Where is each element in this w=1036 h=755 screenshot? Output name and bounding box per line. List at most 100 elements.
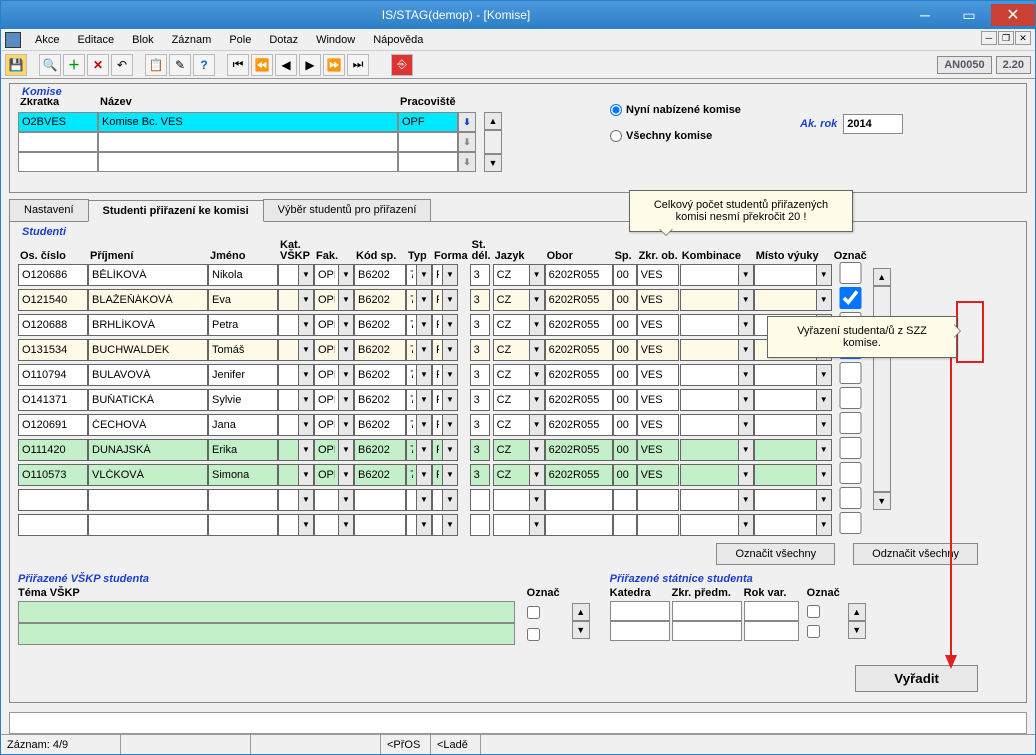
vskp-scroll-down[interactable]: ▼ [572,621,590,639]
table-cell[interactable] [18,489,88,511]
table-cell[interactable] [493,439,529,461]
table-cell[interactable] [18,314,88,336]
chevron-down-icon[interactable]: ▼ [738,489,754,511]
table-cell[interactable] [493,264,529,286]
chevron-down-icon[interactable]: ▼ [529,264,545,286]
table-cell[interactable] [637,414,679,436]
table-cell[interactable] [493,414,529,436]
zkratka-0[interactable] [18,112,98,132]
help-icon[interactable]: ? [193,54,215,76]
table-cell[interactable] [18,264,88,286]
table-cell[interactable] [545,389,613,411]
table-cell[interactable] [470,514,490,536]
table-cell[interactable] [470,339,490,361]
chevron-down-icon[interactable]: ▼ [298,464,314,486]
katedra-1[interactable] [610,621,670,641]
chevron-down-icon[interactable]: ▼ [416,314,432,336]
chevron-down-icon[interactable]: ▼ [442,289,458,311]
table-cell[interactable] [613,264,637,286]
maximize-button[interactable]: ▭ [947,4,991,26]
table-cell[interactable] [493,364,529,386]
row-checkbox[interactable] [832,487,869,509]
table-cell[interactable] [314,464,338,486]
table-cell[interactable] [354,389,406,411]
table-cell[interactable] [754,414,816,436]
table-cell[interactable] [613,289,637,311]
table-cell[interactable] [613,414,637,436]
table-cell[interactable] [278,364,298,386]
chevron-down-icon[interactable]: ▼ [738,289,754,311]
table-cell[interactable] [493,389,529,411]
table-cell[interactable] [432,439,442,461]
chevron-down-icon[interactable]: ▼ [738,314,754,336]
exit-icon[interactable]: ⎆ [391,54,413,76]
chevron-down-icon[interactable]: ▼ [338,464,354,486]
table-cell[interactable] [613,464,637,486]
chevron-down-icon[interactable]: ▼ [338,264,354,286]
table-cell[interactable] [470,414,490,436]
katedra-0[interactable] [610,601,670,621]
radio-vsechny[interactable] [610,130,622,142]
table-cell[interactable] [637,314,679,336]
table-cell[interactable] [545,364,613,386]
zkratka-2[interactable] [18,152,98,172]
row-checkbox[interactable] [832,362,869,384]
table-cell[interactable] [493,514,529,536]
table-cell[interactable] [680,364,738,386]
table-cell[interactable] [637,289,679,311]
table-cell[interactable] [470,464,490,486]
chevron-down-icon[interactable]: ▼ [338,314,354,336]
chevron-down-icon[interactable]: ▼ [298,289,314,311]
menu-window[interactable]: Window [308,32,363,48]
save-icon[interactable]: 💾 [5,54,27,76]
table-cell[interactable] [354,339,406,361]
chevron-down-icon[interactable]: ▼ [442,439,458,461]
table-cell[interactable] [493,314,529,336]
chevron-down-icon[interactable]: ▼ [738,514,754,536]
chevron-down-icon[interactable]: ▼ [416,264,432,286]
chevron-down-icon[interactable]: ▼ [738,414,754,436]
table-cell[interactable] [406,514,416,536]
table-cell[interactable] [637,389,679,411]
table-cell[interactable] [354,364,406,386]
chevron-down-icon[interactable]: ▼ [338,489,354,511]
table-cell[interactable] [88,464,208,486]
row-checkbox[interactable] [832,462,869,484]
table-cell[interactable] [545,464,613,486]
chevron-down-icon[interactable]: ▼ [442,464,458,486]
table-cell[interactable] [354,314,406,336]
chevron-down-icon[interactable]: ▼ [298,439,314,461]
next-page-icon[interactable]: ⏩ [323,54,345,76]
students-scroll-down[interactable]: ▼ [873,492,891,510]
chevron-down-icon[interactable]: ▼ [816,514,832,536]
chevron-down-icon[interactable]: ▼ [442,264,458,286]
chevron-down-icon[interactable]: ▼ [529,414,545,436]
table-cell[interactable] [680,289,738,311]
chevron-down-icon[interactable]: ▼ [529,514,545,536]
nazev-2[interactable] [98,152,398,172]
table-cell[interactable] [545,314,613,336]
tab-nastaveni[interactable]: Nastavení [9,199,89,221]
table-cell[interactable] [314,514,338,536]
statnice-check-0[interactable] [807,605,820,618]
prev-page-icon[interactable]: ⏪ [251,54,273,76]
table-cell[interactable] [278,414,298,436]
table-cell[interactable] [406,464,416,486]
table-cell[interactable] [637,489,679,511]
table-cell[interactable] [545,289,613,311]
table-cell[interactable] [18,464,88,486]
pracoviste-2[interactable] [398,152,458,172]
chevron-down-icon[interactable]: ▼ [529,364,545,386]
chevron-down-icon[interactable]: ▼ [416,289,432,311]
table-cell[interactable] [18,289,88,311]
table-cell[interactable] [432,364,442,386]
table-cell[interactable] [680,464,738,486]
table-cell[interactable] [406,439,416,461]
table-cell[interactable] [432,289,442,311]
table-cell[interactable] [354,489,406,511]
rokvar-0[interactable] [744,601,799,621]
table-cell[interactable] [406,289,416,311]
statnice-scroll-down[interactable]: ▼ [848,621,866,639]
chevron-down-icon[interactable]: ▼ [416,389,432,411]
mdi-restore[interactable]: ❐ [998,31,1014,45]
